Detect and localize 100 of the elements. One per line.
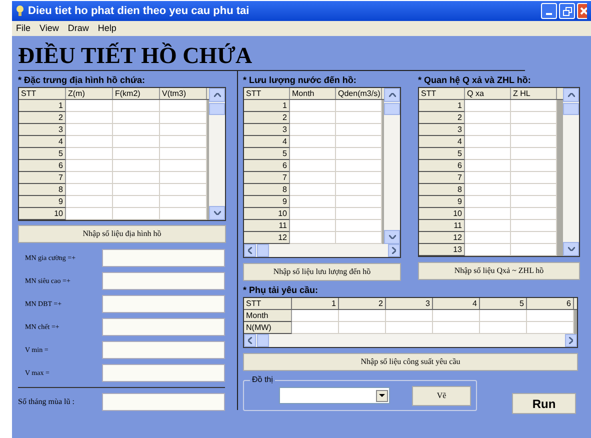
table-cell[interactable]: [336, 124, 382, 136]
table-cell[interactable]: [511, 100, 557, 112]
input-field[interactable]: [102, 249, 225, 267]
table-cell[interactable]: [465, 244, 511, 256]
table-cell[interactable]: [113, 196, 160, 208]
import-button[interactable]: Nhập số liệu Qxả ~ ZHL hồ: [418, 262, 580, 280]
horizontal-scrollbar[interactable]: [244, 334, 577, 347]
column-header[interactable]: Z(m): [66, 88, 113, 99]
table-cell[interactable]: [511, 112, 557, 124]
table-cell[interactable]: [511, 148, 557, 160]
table-cell[interactable]: [292, 322, 339, 334]
table-cell[interactable]: [465, 112, 511, 124]
table-cell[interactable]: [160, 112, 207, 124]
column-header[interactable]: F(km2): [113, 88, 160, 99]
table-cell[interactable]: [290, 112, 336, 124]
table-cell[interactable]: [336, 220, 382, 232]
table-cell[interactable]: [290, 220, 336, 232]
table-cell[interactable]: [66, 196, 113, 208]
input-field[interactable]: [102, 341, 225, 359]
scroll-left-icon[interactable]: [244, 334, 256, 347]
column-header[interactable]: Q xa: [465, 88, 511, 99]
scroll-thumb[interactable]: [257, 244, 269, 257]
input-field[interactable]: [102, 295, 225, 313]
column-header[interactable]: 3: [386, 298, 433, 309]
table-cell[interactable]: [339, 310, 386, 322]
import-button[interactable]: Nhập số liệu lưu lượng đến hồ: [243, 263, 401, 281]
data-grid[interactable]: STT 1 2 3 4 5 6 Month N(MW): [243, 297, 578, 348]
table-cell[interactable]: [511, 184, 557, 196]
table-cell[interactable]: [160, 136, 207, 148]
table-cell[interactable]: [465, 148, 511, 160]
table-cell[interactable]: [290, 208, 336, 220]
menu-item[interactable]: View: [40, 22, 59, 36]
table-cell[interactable]: [336, 208, 382, 220]
scroll-down-icon[interactable]: [563, 242, 579, 256]
run-button[interactable]: Run: [512, 393, 576, 414]
table-cell[interactable]: [160, 124, 207, 136]
column-header[interactable]: 1: [292, 298, 339, 309]
table-cell[interactable]: [465, 172, 511, 184]
table-cell[interactable]: [113, 184, 160, 196]
table-cell[interactable]: [527, 310, 574, 322]
table-cell[interactable]: [292, 310, 339, 322]
scroll-right-icon[interactable]: [388, 244, 400, 257]
table-cell[interactable]: [480, 310, 527, 322]
table-cell[interactable]: [465, 232, 511, 244]
table-cell[interactable]: [465, 184, 511, 196]
table-cell[interactable]: [339, 322, 386, 334]
table-cell[interactable]: [66, 100, 113, 112]
table-cell[interactable]: [336, 148, 382, 160]
table-cell[interactable]: [113, 112, 160, 124]
table-cell[interactable]: [113, 172, 160, 184]
table-cell[interactable]: [386, 322, 433, 334]
close-button[interactable]: [577, 3, 587, 19]
column-header[interactable]: 5: [480, 298, 527, 309]
table-cell[interactable]: [511, 172, 557, 184]
table-cell[interactable]: [66, 172, 113, 184]
table-cell[interactable]: [290, 148, 336, 160]
table-cell[interactable]: [465, 220, 511, 232]
table-cell[interactable]: [160, 148, 207, 160]
table-cell[interactable]: [336, 112, 382, 124]
table-cell[interactable]: [336, 136, 382, 148]
table-cell[interactable]: [113, 160, 160, 172]
menu-item[interactable]: Help: [98, 22, 116, 36]
table-cell[interactable]: [433, 310, 480, 322]
vertical-scrollbar[interactable]: [384, 88, 400, 244]
table-cell[interactable]: [511, 124, 557, 136]
draw-button[interactable]: Vẽ: [412, 386, 471, 406]
minimize-button[interactable]: [541, 3, 557, 19]
data-grid[interactable]: STT Month Qden(m3/s) 1 2 3 4 5 6 7 8 9 10 11 12: [243, 87, 401, 258]
scroll-right-icon[interactable]: [565, 334, 577, 347]
table-cell[interactable]: [511, 196, 557, 208]
table-cell[interactable]: [290, 160, 336, 172]
scroll-thumb[interactable]: [209, 103, 225, 115]
scroll-thumb[interactable]: [257, 334, 269, 347]
column-header[interactable]: STT: [19, 88, 66, 99]
scroll-thumb[interactable]: [384, 103, 400, 115]
scroll-up-icon[interactable]: [384, 88, 400, 102]
input-field[interactable]: [102, 318, 225, 336]
table-cell[interactable]: [66, 148, 113, 160]
restore-button[interactable]: [559, 3, 575, 19]
table-cell[interactable]: [511, 232, 557, 244]
scroll-down-icon[interactable]: [384, 230, 400, 244]
column-header[interactable]: Month: [290, 88, 336, 99]
table-cell[interactable]: [113, 148, 160, 160]
table-cell[interactable]: [465, 100, 511, 112]
table-cell[interactable]: [66, 160, 113, 172]
vertical-scrollbar[interactable]: [209, 88, 225, 220]
table-cell[interactable]: [511, 208, 557, 220]
column-header[interactable]: 6: [527, 298, 574, 309]
table-cell[interactable]: [336, 160, 382, 172]
table-cell[interactable]: [160, 184, 207, 196]
horizontal-scrollbar[interactable]: [244, 244, 400, 257]
scroll-down-icon[interactable]: [209, 206, 225, 220]
data-grid[interactable]: STT Z(m) F(km2) V(tm3) 1 2 3 4 5 6 7 8 9 10: [18, 87, 226, 221]
menu-item[interactable]: File: [16, 22, 31, 36]
import-button[interactable]: Nhập số liệu địa hình hồ: [18, 225, 226, 243]
column-header[interactable]: STT: [244, 298, 292, 309]
table-cell[interactable]: [113, 100, 160, 112]
table-cell[interactable]: [160, 172, 207, 184]
table-cell[interactable]: [290, 172, 336, 184]
table-cell[interactable]: [66, 136, 113, 148]
